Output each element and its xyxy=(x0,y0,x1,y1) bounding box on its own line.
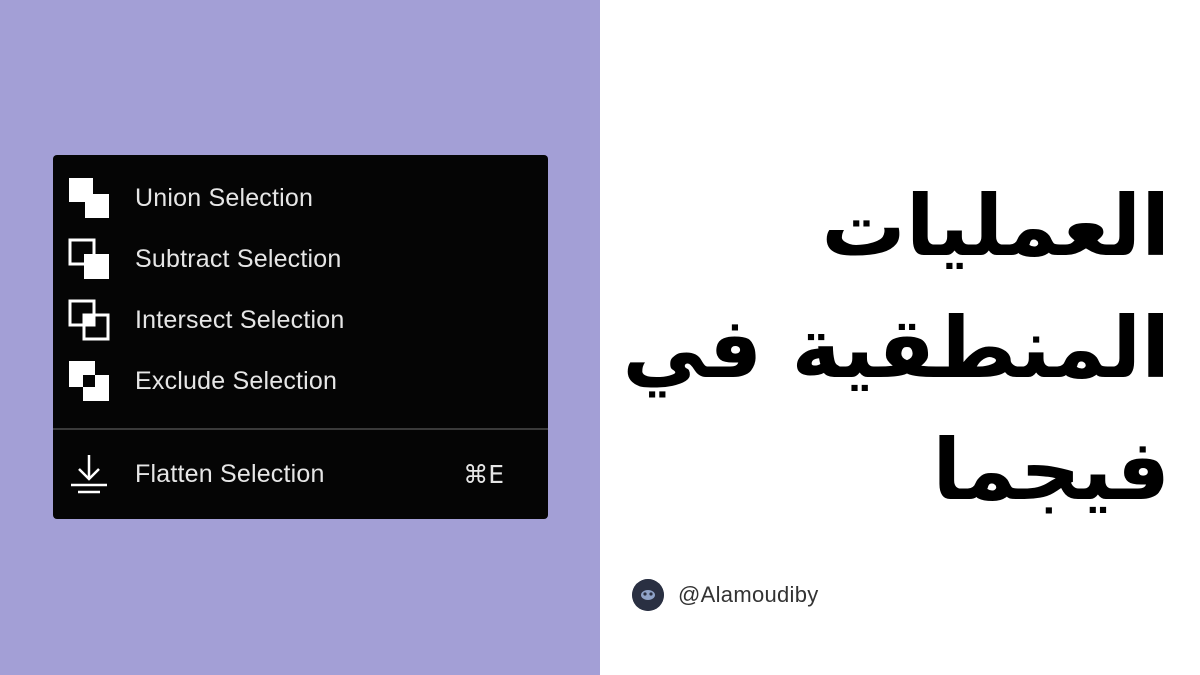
menu-item-union-selection[interactable]: Union Selection xyxy=(53,170,548,226)
page-title: العمليات المنطقية في فيجما xyxy=(610,165,1170,531)
subtract-icon xyxy=(67,237,111,281)
exclude-icon xyxy=(67,359,111,403)
menu-item-flatten-selection[interactable]: Flatten Selection ⌘E xyxy=(53,446,548,502)
menu-divider xyxy=(53,428,548,430)
menu-item-exclude-selection[interactable]: Exclude Selection xyxy=(53,353,548,409)
title-line: المنطقية في xyxy=(622,299,1170,397)
menu-item-label: Union Selection xyxy=(135,183,314,212)
title-line: فيجما xyxy=(932,421,1170,519)
menu-item-label: Intersect Selection xyxy=(135,305,345,334)
flatten-icon xyxy=(67,452,111,496)
menu-item-label: Subtract Selection xyxy=(135,244,342,273)
author-credit: @Alamoudiby xyxy=(632,578,819,612)
left-panel: Union Selection Subtract Selection Inter… xyxy=(0,0,600,675)
menu-item-subtract-selection[interactable]: Subtract Selection xyxy=(53,231,548,287)
union-icon xyxy=(67,176,111,220)
menu-item-intersect-selection[interactable]: Intersect Selection xyxy=(53,292,548,348)
menu-item-label: Exclude Selection xyxy=(135,366,338,395)
intersect-icon xyxy=(67,298,111,342)
boolean-operations-menu: Union Selection Subtract Selection Inter… xyxy=(53,155,548,519)
title-line: العمليات xyxy=(821,177,1170,275)
menu-item-label: Flatten Selection xyxy=(135,459,325,488)
avatar xyxy=(632,579,664,611)
author-handle[interactable]: @Alamoudiby xyxy=(678,582,819,608)
flatten-shortcut: ⌘E xyxy=(463,459,504,489)
